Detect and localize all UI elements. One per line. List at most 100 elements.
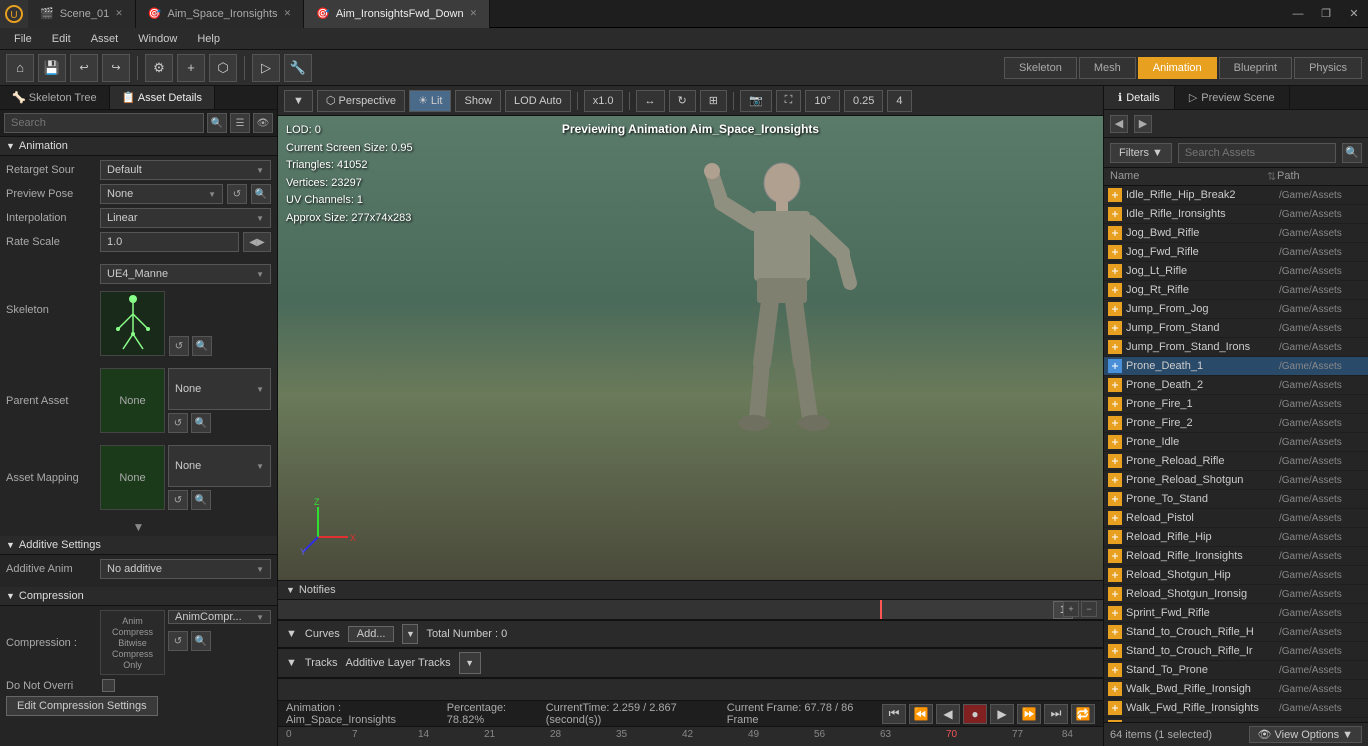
tab-preview-scene[interactable]: ▷ Preview Scene: [1175, 86, 1290, 109]
asset-list-item[interactable]: Jog_Fwd_Rifle /Game/Assets: [1104, 243, 1368, 262]
menu-file[interactable]: File: [4, 31, 42, 47]
viewport-maximize[interactable]: ⛶: [776, 90, 802, 112]
asset-list-item[interactable]: Reload_Rifle_Hip /Game/Assets: [1104, 528, 1368, 547]
rotate-btn[interactable]: ↻: [669, 90, 696, 112]
asset-list-item[interactable]: Reload_Rifle_Ironsights /Game/Assets: [1104, 547, 1368, 566]
asset-list-item[interactable]: Prone_Death_1 /Game/Assets: [1104, 357, 1368, 376]
curves-add-button[interactable]: Add...: [348, 626, 395, 642]
nav-fwd-button[interactable]: ▶: [1134, 115, 1152, 133]
speed-btn[interactable]: x1.0: [584, 90, 623, 112]
rate-scale-input[interactable]: 1.0: [100, 232, 239, 252]
tracks-dropdown[interactable]: ▼: [459, 652, 481, 674]
perspective-btn[interactable]: ⬡ Perspective: [317, 90, 405, 112]
viewport-area[interactable]: Previewing Animation Aim_Space_Ironsight…: [278, 116, 1103, 580]
asset-list-item[interactable]: Prone_Reload_Rifle /Game/Assets: [1104, 452, 1368, 471]
settings-eye-button[interactable]: 👁: [253, 113, 273, 133]
asset-list-item[interactable]: Stand_To_Prone /Game/Assets: [1104, 661, 1368, 680]
menu-edit[interactable]: Edit: [42, 31, 81, 47]
parent-asset-find[interactable]: 🔍: [191, 413, 211, 433]
toolbar-home[interactable]: ⌂: [6, 54, 34, 82]
translate-btn[interactable]: ↔: [636, 90, 665, 112]
asset-list-item[interactable]: Stand_to_Crouch_Rifle_Ir /Game/Assets: [1104, 642, 1368, 661]
menu-window[interactable]: Window: [128, 31, 187, 47]
asset-mapping-find[interactable]: 🔍: [191, 490, 211, 510]
asset-list-item[interactable]: Jump_From_Jog /Game/Assets: [1104, 300, 1368, 319]
playback-to-start[interactable]: ⏮: [882, 704, 906, 724]
tab-physics[interactable]: Physics: [1294, 57, 1362, 79]
notifies-header[interactable]: ▼ Notifies: [278, 581, 1103, 600]
asset-list-item[interactable]: Jog_Bwd_Rifle /Game/Assets: [1104, 224, 1368, 243]
timeline-notifies-bar[interactable]: 1 + −: [278, 600, 1103, 620]
asset-list-item[interactable]: Walk_Bwd_Rifle_Ironsigh /Game/Assets: [1104, 680, 1368, 699]
toolbar-blueprint[interactable]: ⬡: [209, 54, 237, 82]
asset-list-item[interactable]: Prone_Fire_2 /Game/Assets: [1104, 414, 1368, 433]
playback-record[interactable]: ●: [963, 704, 987, 724]
tab-aim-space[interactable]: 🎯 Aim_Space_Ironsights ✕: [136, 0, 304, 28]
show-btn[interactable]: Show: [455, 90, 501, 112]
filters-button[interactable]: Filters ▼: [1110, 143, 1172, 163]
asset-mapping-reset[interactable]: ↺: [168, 490, 188, 510]
asset-search-input[interactable]: [1178, 143, 1336, 163]
toolbar-debug[interactable]: 🔧: [284, 54, 312, 82]
lit-btn[interactable]: ☀ Lit: [409, 90, 452, 112]
toolbar-undo[interactable]: ↩: [70, 54, 98, 82]
close-button[interactable]: ✕: [1340, 0, 1368, 28]
asset-search-button[interactable]: 🔍: [1342, 143, 1362, 163]
minimize-button[interactable]: —: [1284, 0, 1312, 28]
viewport-grid[interactable]: 10°: [805, 90, 840, 112]
timeline-add-btn[interactable]: +: [1063, 601, 1079, 617]
playback-prev-frame[interactable]: ⏪: [909, 704, 933, 724]
asset-list-item[interactable]: Prone_To_Stand /Game/Assets: [1104, 490, 1368, 509]
preview-pose-dropdown[interactable]: None: [100, 184, 223, 204]
asset-list-item[interactable]: Jog_Rt_Rifle /Game/Assets: [1104, 281, 1368, 300]
tab-details[interactable]: ℹ Details: [1104, 86, 1175, 109]
preview-pose-reset[interactable]: ↺: [227, 184, 247, 204]
search-input[interactable]: [4, 113, 204, 133]
tab-animation[interactable]: Animation: [1138, 57, 1217, 79]
asset-list-item[interactable]: Idle_Rifle_Ironsights /Game/Assets: [1104, 205, 1368, 224]
tab-skeleton[interactable]: Skeleton: [1004, 57, 1077, 79]
edit-compression-button[interactable]: Edit Compression Settings: [6, 696, 158, 716]
asset-list-item[interactable]: Reload_Shotgun_Hip /Game/Assets: [1104, 566, 1368, 585]
rate-scale-slider[interactable]: ◀▶: [243, 232, 271, 252]
asset-list-item[interactable]: Jump_From_Stand /Game/Assets: [1104, 319, 1368, 338]
toolbar-play[interactable]: ▷: [252, 54, 280, 82]
parent-asset-dropdown[interactable]: None: [168, 368, 271, 410]
asset-list-item[interactable]: Reload_Pistol /Game/Assets: [1104, 509, 1368, 528]
tab-aim-fwd[interactable]: 🎯 Aim_IronsightsFwd_Down ✕: [304, 0, 490, 28]
asset-list-item[interactable]: Sprint_Fwd_Rifle /Game/Assets: [1104, 604, 1368, 623]
asset-list-item[interactable]: Stand_to_Crouch_Rifle_H /Game/Assets: [1104, 623, 1368, 642]
aim-fwd-close[interactable]: ✕: [470, 8, 478, 19]
playback-next-frame[interactable]: ⏭: [1044, 704, 1068, 724]
compression-dropdown[interactable]: AnimCompr...: [168, 610, 271, 624]
nav-back-button[interactable]: ◀: [1110, 115, 1128, 133]
skeleton-name-dropdown[interactable]: UE4_Manne: [100, 264, 271, 284]
scale-btn[interactable]: ⊞: [700, 90, 727, 112]
maximize-button[interactable]: ❐: [1312, 0, 1340, 28]
tab-blueprint[interactable]: Blueprint: [1219, 57, 1292, 79]
playback-next[interactable]: ⏩: [1017, 704, 1041, 724]
toolbar-add[interactable]: +: [177, 54, 205, 82]
view-options-button[interactable]: ☰: [230, 113, 250, 133]
search-button[interactable]: 🔍: [207, 113, 227, 133]
playback-loop[interactable]: 🔁: [1071, 704, 1095, 724]
toolbar-save[interactable]: 💾: [38, 54, 66, 82]
tab-scene01[interactable]: 🎬 Scene_01 ✕: [28, 0, 136, 28]
aim-space-close[interactable]: ✕: [284, 8, 292, 19]
asset-list-item[interactable]: Walk_Fwd_Rifle_Ironsights /Game/Assets: [1104, 699, 1368, 718]
tab-asset-details[interactable]: 📋 Asset Details: [110, 86, 215, 109]
toolbar-redo[interactable]: ↪: [102, 54, 130, 82]
compression-section-header[interactable]: ▼ Compression: [0, 587, 277, 606]
asset-list-item[interactable]: Jog_Lt_Rifle /Game/Assets: [1104, 262, 1368, 281]
asset-mapping-dropdown[interactable]: None: [168, 445, 271, 487]
interpolation-dropdown[interactable]: Linear: [100, 208, 271, 228]
view-options-btn[interactable]: 👁 View Options ▼: [1249, 726, 1362, 743]
additive-section-header[interactable]: ▼ Additive Settings: [0, 536, 277, 555]
asset-list-item[interactable]: Prone_Death_2 /Game/Assets: [1104, 376, 1368, 395]
asset-list-item[interactable]: Idle_Rifle_Hip_Break2 /Game/Assets: [1104, 186, 1368, 205]
parent-asset-reset[interactable]: ↺: [168, 413, 188, 433]
viewport-options-btn[interactable]: ▼: [284, 90, 313, 112]
preview-pose-search[interactable]: 🔍: [251, 184, 271, 204]
lod-btn[interactable]: LOD Auto: [505, 90, 571, 112]
menu-asset[interactable]: Asset: [81, 31, 129, 47]
